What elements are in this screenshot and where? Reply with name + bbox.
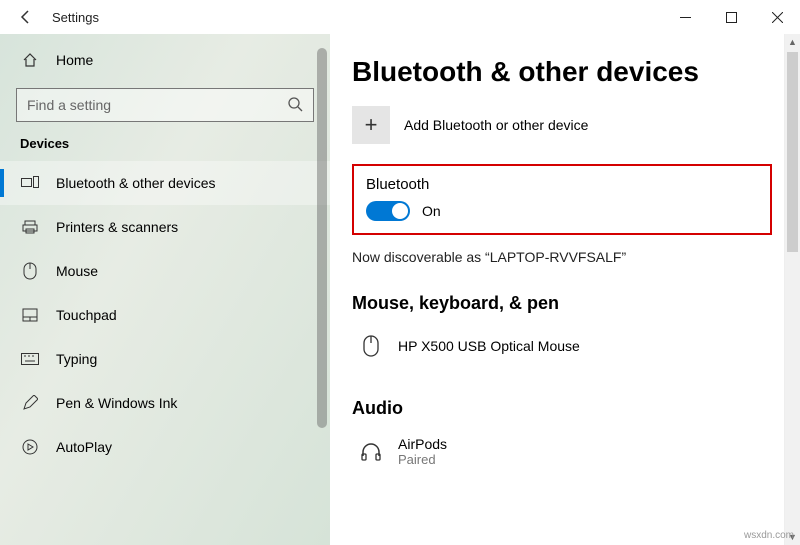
scroll-up-icon[interactable]: ▲: [785, 34, 800, 50]
scrollbar-thumb[interactable]: [317, 48, 327, 428]
maximize-button[interactable]: [708, 0, 754, 34]
search-placeholder: Find a setting: [27, 97, 287, 113]
sidebar-item-pen[interactable]: Pen & Windows Ink: [0, 381, 330, 425]
device-row-airpods[interactable]: AirPods Paired: [352, 427, 782, 475]
device-name: AirPods: [398, 436, 447, 452]
bluetooth-toggle[interactable]: [366, 201, 410, 221]
back-button[interactable]: [14, 5, 38, 29]
sidebar-item-bluetooth[interactable]: Bluetooth & other devices: [0, 161, 330, 205]
bluetooth-label: Bluetooth: [366, 176, 758, 193]
device-row-mouse[interactable]: HP X500 USB Optical Mouse: [352, 322, 782, 370]
add-device-button[interactable]: + Add Bluetooth or other device: [352, 104, 782, 146]
sidebar-item-label: Typing: [56, 351, 97, 367]
plus-icon: +: [352, 106, 390, 144]
close-button[interactable]: [754, 0, 800, 34]
sidebar-item-label: Printers & scanners: [56, 219, 178, 235]
scrollbar-thumb[interactable]: [787, 52, 798, 252]
device-status: Paired: [398, 452, 447, 467]
section-audio-header: Audio: [352, 398, 782, 419]
sidebar-item-label: Touchpad: [56, 307, 117, 323]
add-device-label: Add Bluetooth or other device: [404, 117, 588, 133]
home-nav[interactable]: Home: [0, 40, 330, 80]
sidebar-item-label: AutoPlay: [56, 439, 112, 455]
touchpad-icon: [20, 308, 40, 322]
bluetooth-state: On: [422, 203, 441, 219]
search-input[interactable]: Find a setting: [16, 88, 314, 122]
mouse-icon: [20, 262, 40, 280]
sidebar-item-label: Bluetooth & other devices: [56, 175, 216, 191]
sidebar-item-mouse[interactable]: Mouse: [0, 249, 330, 293]
device-name: HP X500 USB Optical Mouse: [398, 338, 580, 354]
autoplay-icon: [20, 439, 40, 455]
sidebar-item-label: Mouse: [56, 263, 98, 279]
search-icon: [287, 96, 303, 115]
window-title: Settings: [52, 10, 99, 25]
page-title: Bluetooth & other devices: [352, 56, 782, 88]
minimize-button[interactable]: [662, 0, 708, 34]
main-content: Bluetooth & other devices + Add Bluetoot…: [330, 34, 800, 545]
main-scrollbar[interactable]: ▲ ▼: [784, 34, 800, 545]
sidebar-item-touchpad[interactable]: Touchpad: [0, 293, 330, 337]
sidebar-group-label: Devices: [0, 136, 330, 161]
devices-icon: [20, 176, 40, 190]
section-mouse-header: Mouse, keyboard, & pen: [352, 293, 782, 314]
home-label: Home: [56, 52, 93, 68]
watermark: wsxdn.com: [744, 530, 794, 541]
pen-icon: [20, 395, 40, 411]
sidebar-item-typing[interactable]: Typing: [0, 337, 330, 381]
discoverable-text: Now discoverable as “LAPTOP-RVVFSALF”: [352, 249, 782, 265]
sidebar-scrollbar[interactable]: [314, 34, 330, 545]
printer-icon: [20, 219, 40, 235]
titlebar: Settings: [0, 0, 800, 34]
sidebar-item-label: Pen & Windows Ink: [56, 395, 177, 411]
mouse-icon: [358, 335, 384, 357]
sidebar: Home Find a setting Devices Bluetooth & …: [0, 34, 330, 545]
sidebar-item-printers[interactable]: Printers & scanners: [0, 205, 330, 249]
home-icon: [20, 52, 40, 68]
headphones-icon: [358, 440, 384, 462]
bluetooth-section-highlight: Bluetooth On: [352, 164, 772, 235]
keyboard-icon: [20, 353, 40, 365]
sidebar-item-autoplay[interactable]: AutoPlay: [0, 425, 330, 469]
